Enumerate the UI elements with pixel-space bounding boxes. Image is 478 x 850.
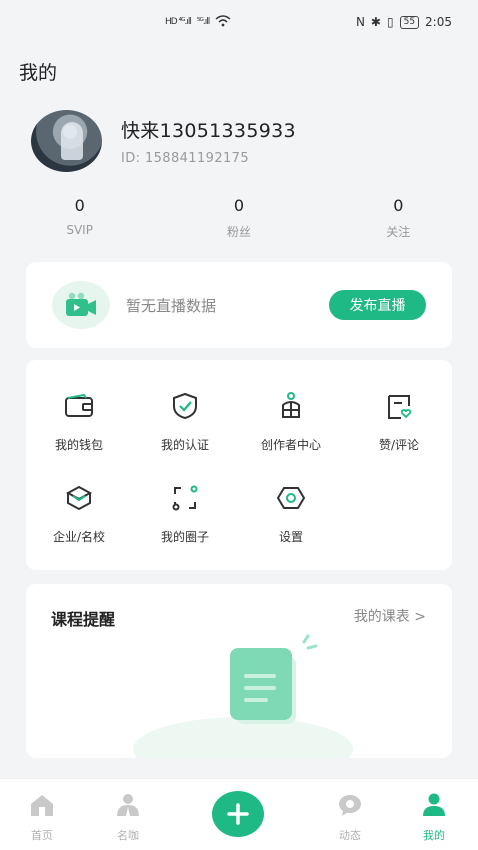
menu-label: 企业/名校 [52, 530, 106, 544]
building-icon [26, 482, 132, 514]
stat-following[interactable]: 0 关注 [319, 196, 478, 240]
bottom-tab-bar: 首页 名咖 动态 我的 [0, 778, 478, 850]
menu-item-settings[interactable]: 设置 [238, 482, 344, 545]
stat-fans[interactable]: 0 粉丝 [159, 196, 318, 240]
menu-label: 赞/评论 [378, 438, 420, 452]
tab-label: 我的 [423, 829, 445, 842]
plus-icon [227, 803, 249, 825]
tab-celebrities[interactable]: 名咖 [98, 793, 158, 843]
profile-info: 快来13051335933 ID: 158841192175 [121, 116, 296, 166]
settings-icon [238, 482, 344, 514]
menu-label: 我的钱包 [54, 438, 103, 452]
tab-label: 首页 [31, 829, 53, 842]
avatar[interactable] [31, 110, 102, 172]
tab-feed[interactable]: 动态 [320, 793, 380, 843]
menu-item-like-comment[interactable]: 赞/评论 [346, 390, 452, 453]
wallet-icon [26, 390, 132, 422]
page-title: 我的 [19, 62, 58, 84]
publish-live-button[interactable]: 发布直播 [329, 290, 426, 320]
live-empty-text: 暂无直播数据 [126, 296, 217, 315]
time: 2:05 [425, 15, 452, 29]
menu-label: 创作者中心 [260, 438, 321, 452]
bluetooth-icon: ✱ [370, 15, 381, 29]
circle-frame-icon [132, 482, 238, 514]
tab-home[interactable]: 首页 [12, 793, 72, 843]
tab-label: 名咖 [117, 829, 139, 842]
live-card: 暂无直播数据 发布直播 [26, 262, 452, 348]
chat-icon [339, 795, 361, 816]
stat-svip[interactable]: 0 SVIP [0, 196, 159, 240]
stat-label: SVIP [66, 223, 93, 237]
people-icon [117, 794, 139, 816]
menu-label: 我的圈子 [160, 530, 209, 544]
stat-label: 关注 [386, 225, 411, 239]
user-id: ID: 158841192175 [121, 151, 250, 166]
menu-label: 设置 [278, 530, 303, 544]
user-icon [423, 793, 445, 816]
menu-item-creator-center[interactable]: 创作者中心 [238, 390, 344, 453]
vibrate-icon: ▯ [386, 15, 394, 29]
username: 快来13051335933 [121, 120, 296, 142]
profile-header[interactable]: 快来13051335933 ID: 158841192175 [31, 110, 296, 172]
create-plus-button[interactable] [212, 791, 264, 837]
menu-item-certification[interactable]: 我的认证 [132, 390, 238, 453]
wifi-icon [215, 14, 231, 30]
stat-label: 粉丝 [226, 225, 251, 239]
network-2-indicator: ⁵ᴳ.ıll [196, 17, 210, 27]
course-reminder-card: 课程提醒 我的课表 > [26, 584, 452, 758]
like-comment-icon [346, 390, 452, 422]
menu-item-my-circle[interactable]: 我的圈子 [132, 482, 238, 545]
empty-document-illustration [128, 634, 358, 758]
stats-row: 0 SVIP 0 粉丝 0 关注 [0, 196, 478, 240]
stat-value: 0 [393, 196, 404, 215]
battery-indicator: 55 [399, 15, 420, 29]
tab-mine[interactable]: 我的 [404, 793, 464, 843]
menu-item-wallet[interactable]: 我的钱包 [26, 390, 132, 453]
creator-icon [238, 390, 344, 422]
tab-label: 动态 [339, 829, 361, 842]
status-bar: HD ⁴ᴳ.ıll ⁵ᴳ.ıll N ✱ ▯ 55 2:05 [0, 0, 478, 44]
stat-value: 0 [233, 196, 245, 215]
network-1-indicator: HD ⁴ᴳ.ıll [165, 17, 192, 27]
menu-grid: 我的钱包 我的认证 创作者中心 赞/评论 企业/名校 我的圈子 设置 [26, 360, 452, 570]
status-right: N ✱ ▯ 55 2:05 [356, 15, 452, 29]
home-icon [31, 795, 53, 816]
course-title: 课程提醒 [51, 610, 116, 629]
stat-value: 0 [74, 196, 85, 215]
status-left: HD ⁴ᴳ.ıll ⁵ᴳ.ıll [165, 14, 231, 30]
shield-check-icon [132, 390, 238, 422]
menu-label: 我的认证 [160, 438, 209, 452]
menu-item-enterprise[interactable]: 企业/名校 [26, 482, 132, 545]
my-schedule-link[interactable]: 我的课表 > [354, 606, 426, 626]
live-camera-icon [52, 281, 110, 329]
nfc-icon: N [355, 15, 365, 29]
